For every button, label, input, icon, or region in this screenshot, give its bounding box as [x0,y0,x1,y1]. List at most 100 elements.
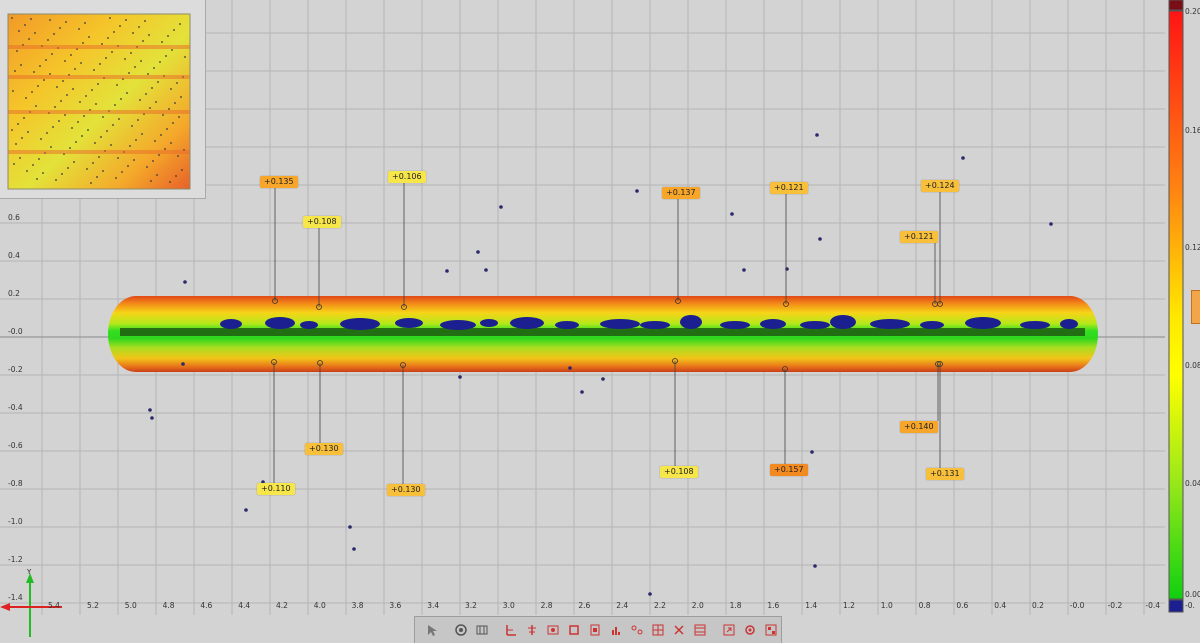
grid2-icon[interactable] [692,622,708,638]
thumb-speck [110,144,112,146]
deviation-annotation[interactable]: +0.124 [921,180,959,192]
deviation-annotation[interactable]: +0.108 [660,466,698,478]
y-tick-label: -0.6 [8,441,23,450]
thumb-speck [120,98,122,100]
thumb-speck [109,17,111,19]
thumb-speck [64,114,66,116]
thumb-speck [14,70,16,72]
camera-icon[interactable] [474,622,490,638]
thumb-speck [15,143,17,145]
thumb-speck [56,86,58,88]
table-icon[interactable] [763,622,779,638]
defect-region [800,321,830,329]
y-tick-label: -0.4 [8,403,23,412]
axis-icon[interactable] [503,622,519,638]
thumb-speck [26,170,28,172]
stray-point [580,390,584,394]
mesh-icon[interactable] [545,622,561,638]
thumb-speck [156,174,158,176]
stray-point [183,280,187,284]
thumb-speck [168,108,170,110]
thumb-speck [131,125,133,127]
thumb-band [8,45,190,49]
thumb-speck [139,99,141,101]
axis-y-label: Y [26,568,32,576]
thumb-speck [167,35,169,37]
thumb-speck [162,114,164,116]
deviation-annotation[interactable]: +0.135 [260,176,298,188]
thumb-speck [95,103,97,105]
thumb-speck [13,163,15,165]
thumb-speck [112,124,114,126]
thumb-speck [35,105,37,107]
deviation-annotation[interactable]: +0.137 [662,187,700,199]
export-icon[interactable] [721,622,737,638]
x-tick-label: 5.0 [124,601,137,610]
thumb-speck [147,73,149,75]
thumb-speck [49,73,51,75]
thumb-speck [93,69,95,71]
box-icon[interactable] [566,622,582,638]
select-icon[interactable] [424,622,440,638]
deviation-annotation[interactable]: +0.121 [770,182,808,194]
defect-region [760,319,786,329]
thumb-speck [138,26,140,28]
points-icon[interactable] [629,622,645,638]
thumb-speck [40,138,42,140]
deviation-annotation[interactable]: +0.131 [926,468,964,480]
deviation-annotation[interactable]: +0.110 [257,483,295,495]
thumb-speck [160,134,162,136]
deviation-annotation[interactable]: +0.157 [770,464,808,476]
weld-centerline [120,328,1085,336]
stray-point [181,362,185,366]
x-tick-label: 3.2 [465,601,477,610]
x-tick-label: 3.8 [351,601,364,610]
y-tick-label: 0.4 [8,251,20,260]
thumb-speck [175,175,177,177]
report-icon[interactable] [587,622,603,638]
stray-point [635,189,639,193]
thumb-speck [64,60,66,62]
overview-thumbnail[interactable] [0,0,206,199]
view-icon[interactable] [453,622,469,638]
thumb-band [8,150,190,154]
x-tick-label: -0.0 [1069,601,1085,610]
thumb-speck [151,87,153,89]
thumb-speck [153,67,155,69]
cross-icon[interactable] [671,622,687,638]
deviation-annotation[interactable]: +0.108 [303,216,341,228]
thumb-speck [71,127,73,129]
colorbar-label: -0. [1185,601,1195,610]
thumb-speck [107,37,109,39]
thumb-speck [86,168,88,170]
thumb-speck [70,54,72,56]
thumb-speck [171,49,173,51]
x-tick-label: 3.6 [389,601,402,610]
thumb-speck [134,66,136,68]
thumb-speck [36,178,38,180]
deviation-annotation[interactable]: +0.130 [305,443,343,455]
thumb-speck [125,19,127,21]
panel-collapse-tab[interactable] [1191,290,1200,324]
settings-icon[interactable] [742,622,758,638]
defect-region [395,318,423,328]
align-icon[interactable] [524,622,540,638]
y-tick-label: -1.4 [8,593,23,602]
deviation-annotation[interactable]: +0.130 [387,484,425,496]
grid-icon[interactable] [650,622,666,638]
deviation-annotation[interactable]: +0.140 [900,421,938,433]
defect-region [340,318,380,330]
x-tick-label: 4.8 [162,601,175,610]
thumb-speck [152,160,154,162]
thumb-speck [34,32,36,34]
deviation-annotation[interactable]: +0.121 [900,231,938,243]
deviation-annotation[interactable]: +0.106 [388,171,426,183]
stray-point [499,205,503,209]
defect-region [1020,321,1050,329]
defect-region [510,317,544,329]
thumb-speck [115,177,117,179]
chart-icon[interactable] [608,622,624,638]
thumb-speck [173,29,175,31]
defect-region [1060,319,1078,329]
stray-point [458,375,462,379]
